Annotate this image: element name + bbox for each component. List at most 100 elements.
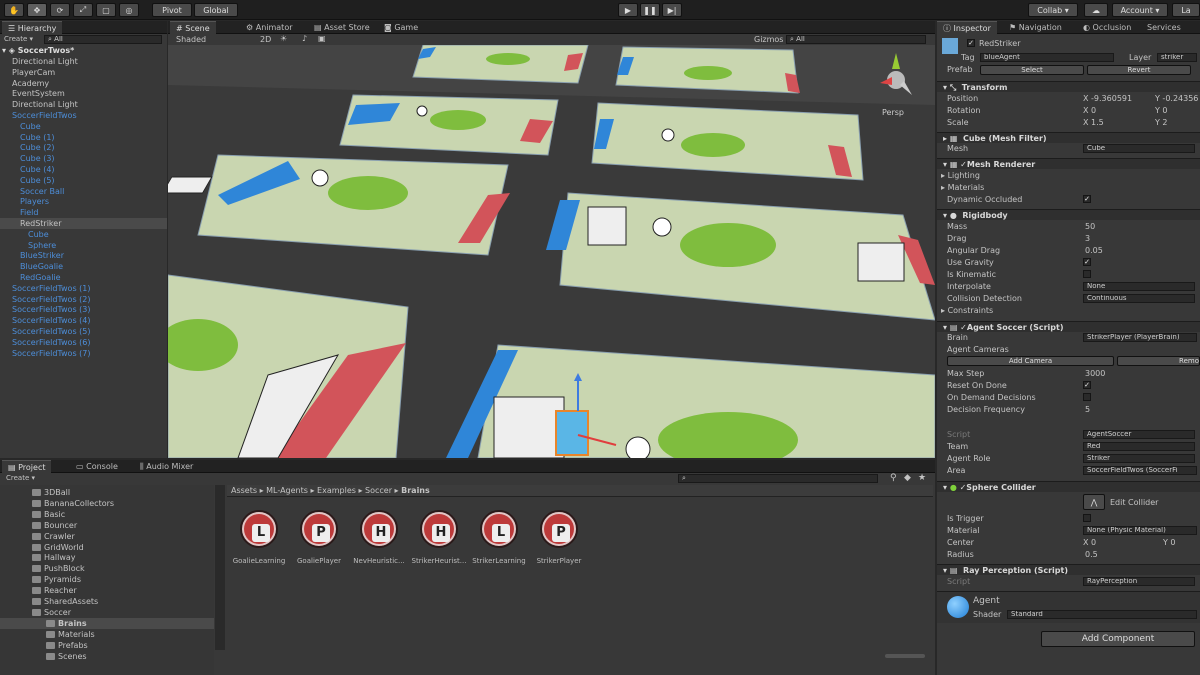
label-icon[interactable]: ◆ xyxy=(904,473,911,483)
hierarchy-item[interactable]: Cube (4) xyxy=(0,164,167,175)
project-search-input[interactable]: ⌕ xyxy=(678,474,878,483)
edit-collider-button[interactable]: ⋀ xyxy=(1083,494,1105,510)
mesh-field[interactable]: Cube xyxy=(1083,144,1195,153)
mesh-filter-header[interactable]: ▸ ▦ Cube (Mesh Filter) xyxy=(937,132,1200,143)
folder-tree-scrollbar[interactable] xyxy=(215,485,225,650)
tab-project[interactable]: ▤ Project xyxy=(2,460,52,473)
is-trigger-checkbox[interactable] xyxy=(1083,514,1091,522)
brain-field[interactable]: StrikerPlayer (PlayerBrain) xyxy=(1083,333,1197,342)
rotate-icon[interactable]: ⟳ xyxy=(50,3,70,17)
breadcrumb-item[interactable]: ML-Agents xyxy=(266,486,308,495)
hierarchy-item[interactable]: EventSystem xyxy=(0,88,167,99)
folder-item[interactable]: Reacher xyxy=(0,585,214,596)
tab-animator[interactable]: ⚙ Animator xyxy=(240,21,299,34)
ray-perception-header[interactable]: ▾ ▤ Ray Perception (Script) xyxy=(937,564,1200,575)
center-y[interactable]: Y 0 xyxy=(1163,537,1176,548)
prefab-select-button[interactable]: Select xyxy=(980,65,1084,75)
transform-header[interactable]: ▾ ⤡ Transform xyxy=(937,81,1200,92)
rotation-x[interactable]: X 0 xyxy=(1083,105,1096,116)
drag-value[interactable]: 3 xyxy=(1085,233,1090,244)
icon-size-slider[interactable] xyxy=(885,654,925,658)
center-x[interactable]: X 0 xyxy=(1083,537,1096,548)
materials-foldout[interactable]: ▸ Materials xyxy=(941,182,984,193)
tab-asset-store[interactable]: ▤ Asset Store xyxy=(308,21,376,34)
hierarchy-item[interactable]: Field xyxy=(0,207,167,218)
scene-root[interactable]: ▾ ◈ SoccerTwos* xyxy=(2,45,74,56)
hierarchy-search-input[interactable]: ⌕ All xyxy=(44,35,162,44)
hierarchy-item[interactable]: SoccerFieldTwos (6) xyxy=(0,337,167,348)
hierarchy-item[interactable]: Players xyxy=(0,196,167,207)
folder-item[interactable]: SharedAssets xyxy=(0,596,214,607)
hierarchy-item[interactable]: Cube (2) xyxy=(0,142,167,153)
tab-hierarchy[interactable]: ☰ Hierarchy xyxy=(2,21,63,34)
hierarchy-item[interactable]: SoccerFieldTwos (3) xyxy=(0,304,167,315)
cloud-icon[interactable]: ☁ xyxy=(1084,3,1108,17)
filter-icon[interactable]: ⚲ xyxy=(890,473,897,483)
folder-item[interactable]: Pyramids xyxy=(0,574,214,585)
use-gravity-checkbox[interactable]: ✓ xyxy=(1083,258,1091,266)
prefab-revert-button[interactable]: Revert xyxy=(1087,65,1191,75)
material-field[interactable]: None (Physic Material) xyxy=(1083,526,1197,535)
favorite-icon[interactable]: ★ xyxy=(918,473,926,483)
scale-x[interactable]: X 1.5 xyxy=(1083,117,1104,128)
scene-viewport[interactable]: Persp xyxy=(168,45,935,458)
hierarchy-item[interactable]: SoccerFieldTwos (4) xyxy=(0,315,167,326)
mass-value[interactable]: 50 xyxy=(1085,221,1095,232)
hierarchy-item[interactable]: Academy xyxy=(0,78,167,89)
move-icon[interactable]: ✥ xyxy=(27,3,47,17)
folder-item[interactable]: PushBlock xyxy=(0,563,214,574)
pause-button[interactable]: ❚❚ xyxy=(640,3,660,17)
breadcrumb-item[interactable]: Brains xyxy=(401,486,430,495)
global-toggle[interactable]: Global xyxy=(194,3,238,17)
tag-dropdown[interactable]: blueAgent xyxy=(980,53,1114,62)
tab-occlusion[interactable]: ◐ Occlusion xyxy=(1077,21,1137,34)
folder-item[interactable]: GridWorld xyxy=(0,542,214,553)
agent-role-dropdown[interactable]: Striker xyxy=(1083,454,1195,463)
audio-icon[interactable]: ♪ xyxy=(302,34,307,43)
folder-item[interactable]: Brains xyxy=(0,617,214,629)
scene-search-input[interactable]: ⌕ All xyxy=(786,35,926,44)
hierarchy-item[interactable]: Cube (3) xyxy=(0,153,167,164)
tab-services[interactable]: Services xyxy=(1141,21,1187,34)
lighting-foldout[interactable]: ▸ Lighting xyxy=(941,170,980,181)
account-dropdown[interactable]: Account ▾ xyxy=(1112,3,1168,17)
rect-icon[interactable]: ▢ xyxy=(96,3,116,17)
project-create-dropdown[interactable]: Create ▾ xyxy=(6,474,35,482)
hierarchy-item[interactable]: Cube (5) xyxy=(0,175,167,186)
tab-navigation[interactable]: ⚑ Navigation xyxy=(1003,21,1068,34)
scale-y[interactable]: Y 2 xyxy=(1155,117,1168,128)
collab-dropdown[interactable]: Collab ▾ xyxy=(1028,3,1078,17)
constraints-foldout[interactable]: ▸ Constraints xyxy=(941,305,993,316)
object-name[interactable]: RedStriker xyxy=(979,39,1020,48)
hierarchy-item[interactable]: Cube xyxy=(0,121,167,132)
folder-item[interactable]: Bouncer xyxy=(0,520,214,531)
active-checkbox[interactable]: ✓ xyxy=(967,39,975,47)
position-x[interactable]: X -9.360591 xyxy=(1083,93,1132,104)
hierarchy-item[interactable]: Sphere xyxy=(0,240,167,251)
on-demand-checkbox[interactable] xyxy=(1083,393,1091,401)
scale-icon[interactable]: ⤢ xyxy=(73,3,93,17)
rotation-y[interactable]: Y 0 xyxy=(1155,105,1168,116)
brain-asset-icon[interactable]: P xyxy=(300,510,338,548)
hierarchy-item[interactable]: Cube (1) xyxy=(0,132,167,143)
add-component-button[interactable]: Add Component xyxy=(1041,631,1195,647)
brain-asset-icon[interactable]: H xyxy=(420,510,458,548)
hierarchy-create-dropdown[interactable]: Create ▾ xyxy=(4,35,33,44)
folder-item[interactable]: Scenes xyxy=(0,651,214,662)
tab-game[interactable]: ◙ Game xyxy=(378,21,424,34)
is-kinematic-checkbox[interactable] xyxy=(1083,270,1091,278)
step-button[interactable]: ▶| xyxy=(662,3,682,17)
hierarchy-item[interactable]: SoccerFieldTwos (7) xyxy=(0,348,167,359)
hierarchy-item[interactable]: RedGoalie xyxy=(0,272,167,283)
radius-value[interactable]: 0.5 xyxy=(1085,549,1098,560)
max-step-value[interactable]: 3000 xyxy=(1085,368,1105,379)
agent-soccer-header[interactable]: ▾ ▤ ✓Agent Soccer (Script) xyxy=(937,321,1200,332)
position-y[interactable]: Y -0.24356 xyxy=(1155,93,1198,104)
collision-detection-dropdown[interactable]: Continuous xyxy=(1083,294,1195,303)
folder-item[interactable]: Basic xyxy=(0,509,214,520)
hierarchy-item[interactable]: Soccer Ball xyxy=(0,186,167,197)
effects-icon[interactable]: ▣ xyxy=(318,34,326,43)
shader-dropdown[interactable]: Standard xyxy=(1007,610,1197,619)
interpolate-dropdown[interactable]: None xyxy=(1083,282,1195,291)
pivot-toggle[interactable]: Pivot xyxy=(152,3,192,17)
